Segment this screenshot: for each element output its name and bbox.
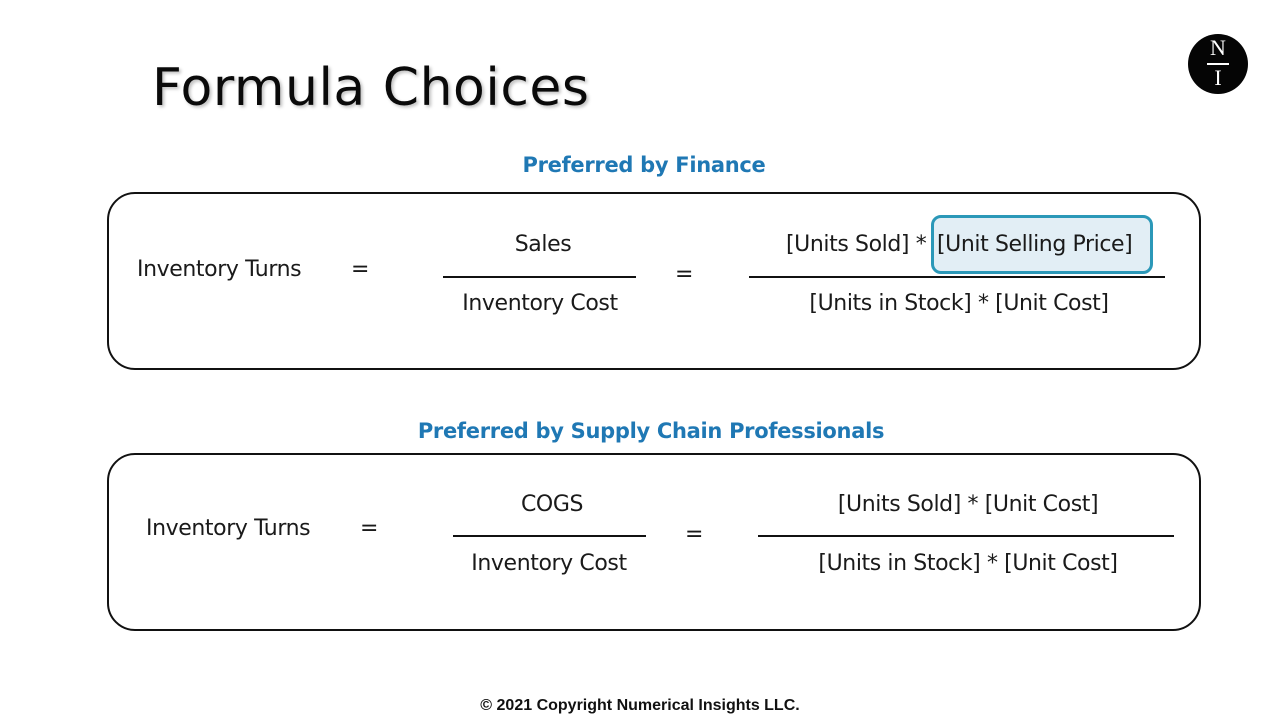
supply-chain-fraction2-bar bbox=[758, 535, 1174, 537]
slide-title: Formula Choices bbox=[152, 58, 590, 118]
supply-chain-fraction2-denominator: [Units in Stock] * [Unit Cost] bbox=[818, 551, 1118, 576]
supply-chain-fraction1-bar bbox=[453, 535, 646, 537]
copyright-footer: © 2021 Copyright Numerical Insights LLC. bbox=[480, 697, 800, 714]
finance-fraction2-denominator: [Units in Stock] * [Unit Cost] bbox=[809, 291, 1109, 316]
logo-letter-i: I bbox=[1214, 65, 1222, 90]
ni-logo-icon: N I bbox=[1188, 34, 1248, 94]
finance-fraction2-numerator-highlight: [Unit Selling Price] bbox=[937, 232, 1133, 257]
finance-fraction1-denominator: Inventory Cost bbox=[462, 291, 618, 316]
supply-chain-formula-box bbox=[107, 453, 1201, 631]
finance-fraction2-bar bbox=[749, 276, 1165, 278]
supply-chain-section-label: Preferred by Supply Chain Professionals bbox=[417, 419, 885, 443]
finance-equals2: = bbox=[674, 262, 694, 287]
finance-section-label: Preferred by Finance bbox=[522, 153, 766, 177]
finance-equals: = bbox=[350, 257, 370, 282]
supply-chain-lhs: Inventory Turns bbox=[146, 516, 311, 541]
supply-chain-fraction1-denominator: Inventory Cost bbox=[471, 551, 627, 576]
finance-fraction1-numerator: Sales bbox=[514, 232, 572, 257]
finance-lhs: Inventory Turns bbox=[137, 257, 302, 282]
supply-chain-fraction1-numerator: COGS bbox=[520, 492, 584, 517]
finance-fraction1-bar bbox=[443, 276, 636, 278]
logo-letter-n: N bbox=[1210, 35, 1226, 60]
supply-chain-equals: = bbox=[359, 516, 379, 541]
supply-chain-fraction2-numerator: [Units Sold] * [Unit Cost] bbox=[837, 492, 1099, 517]
finance-fraction2-numerator-part1: [Units Sold] * bbox=[786, 232, 927, 257]
supply-chain-equals2: = bbox=[684, 522, 704, 547]
